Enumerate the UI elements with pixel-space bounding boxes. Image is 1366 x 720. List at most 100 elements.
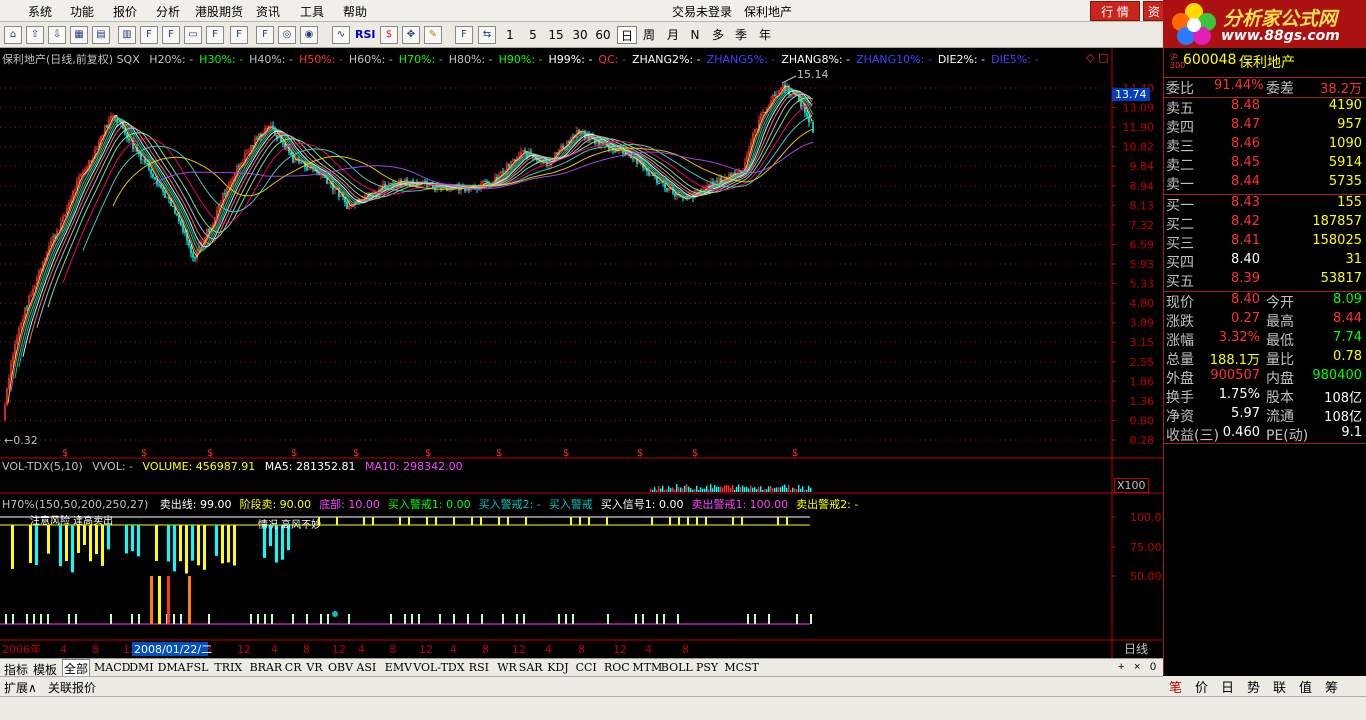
- period-n[interactable]: N: [688, 26, 702, 44]
- indicator-tab-roc[interactable]: ROC: [604, 661, 630, 674]
- indicator-tab-cci[interactable]: CCI: [576, 661, 597, 674]
- logo-url: www.88gs.com: [1221, 28, 1340, 44]
- rtab-value[interactable]: 值: [1299, 677, 1312, 696]
- money-icon[interactable]: $: [380, 26, 398, 44]
- chart-icon[interactable]: ▭: [184, 26, 202, 44]
- indicator-tab-brar[interactable]: BRAR: [250, 661, 283, 674]
- period-year[interactable]: 年: [756, 26, 774, 44]
- switch-icon[interactable]: ⇆: [478, 26, 496, 44]
- fiz-icon[interactable]: F: [230, 26, 248, 44]
- compass-icon[interactable]: ◎: [278, 26, 296, 44]
- kline-chart[interactable]: 14.4013.0911.9010.829.848.948.137.326.59…: [0, 48, 1163, 658]
- indicator-bar: [110, 614, 112, 624]
- f10-icon[interactable]: F: [256, 26, 274, 44]
- menu-info[interactable]: 资讯: [256, 3, 280, 20]
- menu-quote[interactable]: 报价: [113, 3, 137, 20]
- down-icon[interactable]: ▦: [70, 26, 88, 44]
- trade-button[interactable]: 资: [1143, 1, 1165, 21]
- add-button[interactable]: +: [1118, 661, 1124, 673]
- up-icon[interactable]: ⇩: [48, 26, 66, 44]
- refresh-icon[interactable]: ◉: [300, 26, 318, 44]
- move-icon[interactable]: ✥: [402, 26, 420, 44]
- fn-icon[interactable]: F: [140, 26, 158, 44]
- indicator-tab-emv[interactable]: EMV: [385, 661, 412, 674]
- indicator-bar: [471, 517, 473, 525]
- pen-icon[interactable]: ✎: [424, 26, 442, 44]
- ff-icon[interactable]: F: [206, 26, 224, 44]
- indicator-tab-obv[interactable]: OBV: [328, 661, 353, 674]
- tab-expand[interactable]: 扩展∧: [4, 679, 37, 696]
- period-week[interactable]: 周: [640, 26, 658, 44]
- indicator-tab-kdj[interactable]: KDJ: [547, 661, 568, 674]
- menu-help[interactable]: 帮助: [343, 3, 367, 20]
- date-label: 8: [578, 643, 585, 656]
- volume-bar: [708, 489, 710, 492]
- sell-level-4-label: 卖四: [1166, 120, 1194, 136]
- chart-area[interactable]: 14.4013.0911.9010.829.848.948.137.326.59…: [0, 48, 1163, 658]
- rtab-chips[interactable]: 筹: [1325, 677, 1338, 696]
- indicator-tab-dmi[interactable]: DMI: [129, 661, 153, 674]
- period-15[interactable]: 15: [546, 26, 566, 44]
- fd-icon[interactable]: F: [162, 26, 180, 44]
- rtab-day[interactable]: 日: [1221, 677, 1234, 696]
- indicator-tab-mcst[interactable]: MCST: [724, 661, 759, 674]
- home-icon[interactable]: ⌂: [4, 26, 22, 44]
- rtab-trend[interactable]: 势: [1247, 677, 1260, 696]
- indicator-tab-sar[interactable]: SAR: [519, 661, 543, 674]
- menu-analysis[interactable]: 分析: [156, 3, 180, 20]
- indicator-tab-dma[interactable]: DMA: [158, 661, 186, 674]
- indicator-tab-wr[interactable]: WR: [497, 661, 517, 674]
- indicator-tab-macd[interactable]: MACD: [94, 661, 130, 674]
- indicator-tab-psy[interactable]: PSY: [696, 661, 718, 674]
- menu-system[interactable]: 系统: [28, 3, 52, 20]
- candle-body: [486, 181, 488, 183]
- tab-related-quote[interactable]: 关联报价: [48, 679, 96, 696]
- zero-button[interactable]: 0: [1150, 661, 1156, 673]
- menu-function[interactable]: 功能: [70, 3, 94, 20]
- menu-tools[interactable]: 工具: [300, 3, 324, 20]
- period-30[interactable]: 30: [570, 26, 590, 44]
- ma-legend-9: QC: -: [598, 53, 626, 66]
- indicator-tab-cr[interactable]: CR: [285, 661, 302, 674]
- indicator-tab-vr[interactable]: VR: [306, 661, 322, 674]
- quote-button[interactable]: 行 情: [1090, 1, 1140, 21]
- price-label: 4.80: [1130, 297, 1155, 310]
- candle-body: [40, 267, 42, 271]
- wave-icon[interactable]: ∿: [332, 26, 350, 44]
- rtab-price[interactable]: 价: [1195, 677, 1208, 696]
- indicator-tab-vol-tdx[interactable]: VOL-TDX: [413, 661, 464, 674]
- period-month[interactable]: 月: [664, 26, 682, 44]
- weibi-row: 委比 91.44% 委差 38.2万: [1164, 77, 1366, 97]
- indicator-tab-trix[interactable]: TRIX: [214, 661, 242, 674]
- f5-icon[interactable]: F: [455, 26, 473, 44]
- indicator-tab-rsi[interactable]: RSI: [469, 661, 489, 674]
- period-season[interactable]: 季: [732, 26, 750, 44]
- grid-icon[interactable]: ▥: [118, 26, 136, 44]
- sell-level-5-label: 卖五: [1166, 101, 1194, 117]
- volume-bar: [780, 487, 782, 492]
- current-price-tag: 13.74: [1112, 88, 1150, 101]
- period-60[interactable]: 60: [593, 26, 613, 44]
- back-icon[interactable]: ⇧: [26, 26, 44, 44]
- rtab-trades[interactable]: 笔: [1169, 677, 1182, 696]
- indicator-tab-asi[interactable]: ASI: [356, 661, 376, 674]
- period-day[interactable]: 日: [617, 26, 637, 44]
- period-multi[interactable]: 多: [709, 26, 727, 44]
- close-button[interactable]: ×: [1134, 661, 1140, 673]
- candle-body: [718, 177, 720, 183]
- indicator-bar: [669, 517, 671, 525]
- rtab-link[interactable]: 联: [1273, 677, 1286, 696]
- indicator-bar: [390, 614, 392, 624]
- indicator-tab-boll[interactable]: BOLL: [661, 661, 693, 674]
- period-1[interactable]: 1: [503, 26, 517, 44]
- indicator-tab-fsl[interactable]: FSL: [186, 661, 208, 674]
- period-5[interactable]: 5: [526, 26, 540, 44]
- indicator-bar: [83, 525, 86, 546]
- candle-body: [662, 181, 664, 184]
- table-icon[interactable]: ▤: [92, 26, 110, 44]
- rsi-button[interactable]: RSI: [355, 26, 376, 44]
- indicator-tab-mtm[interactable]: MTM: [632, 661, 662, 674]
- event-marker: $: [141, 448, 147, 459]
- indicator-bar: [233, 525, 236, 566]
- menu-hk-futures[interactable]: 港股期货: [195, 3, 243, 20]
